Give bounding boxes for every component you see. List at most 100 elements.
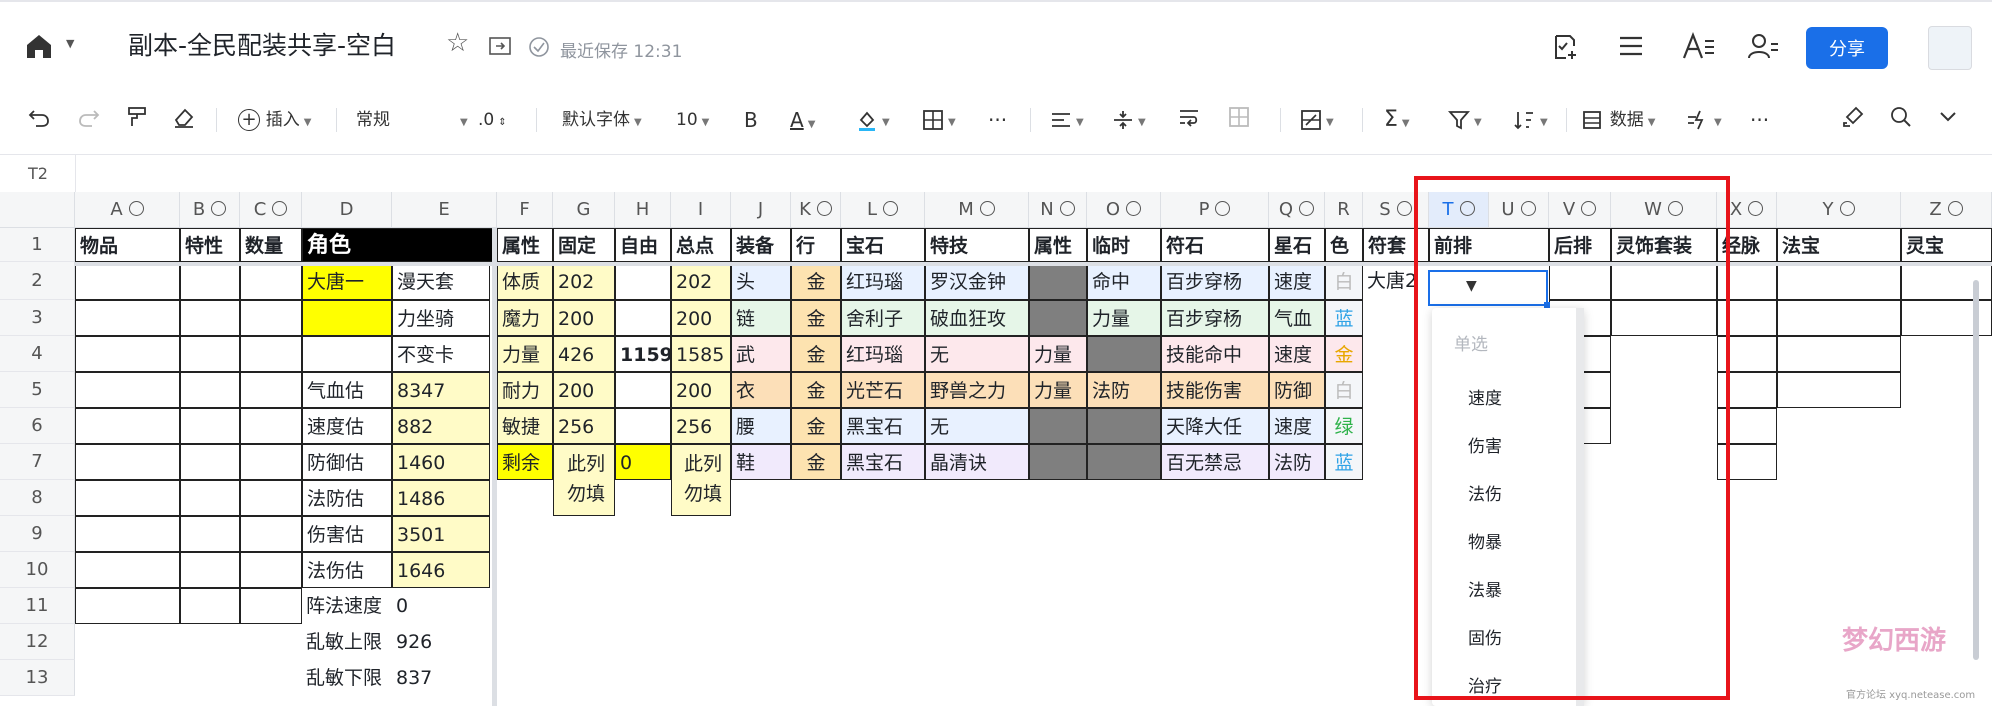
attribute-name-cell[interactable]: 魔力 <box>497 300 553 336</box>
equipment-cell[interactable]: 头 <box>731 262 791 300</box>
fixed-points-note[interactable]: 此列勿填 <box>553 444 615 516</box>
attribute-name-cell[interactable]: 敏捷 <box>497 408 553 444</box>
column-header-y[interactable]: Y <box>1777 192 1901 228</box>
star-stone-cell[interactable]: 防御 <box>1269 372 1325 408</box>
header-cell-b[interactable]: 特性 <box>180 228 240 262</box>
role-value-cell[interactable]: 926 <box>392 624 490 660</box>
sum-button[interactable]: Σ ▼ <box>1384 106 1410 138</box>
element-cell[interactable]: 金 <box>791 444 841 480</box>
empty-cell[interactable] <box>75 262 180 300</box>
header-cell-g[interactable]: 固定 <box>553 228 615 262</box>
move-to-folder-icon[interactable] <box>489 36 511 60</box>
header-cell-j[interactable]: 装备 <box>731 228 791 262</box>
special-skill-cell[interactable]: 晶清诀 <box>925 444 1029 480</box>
header-cell-l[interactable]: 宝石 <box>841 228 925 262</box>
empty-cell[interactable] <box>180 372 240 408</box>
share-button[interactable]: 分享 <box>1806 27 1888 69</box>
gem-cell[interactable]: 光芒石 <box>841 372 925 408</box>
rune-cell[interactable]: 百步穿杨 <box>1161 262 1269 300</box>
empty-cell[interactable] <box>240 300 302 336</box>
role-value-cell[interactable]: 882 <box>392 408 490 444</box>
empty-cell[interactable] <box>1777 372 1901 408</box>
role-label-cell[interactable] <box>302 336 392 372</box>
role-value-cell[interactable]: 不变卡 <box>392 336 490 372</box>
search-icon[interactable] <box>1890 106 1912 128</box>
color-cell[interactable]: 蓝 <box>1325 300 1363 336</box>
column-header-j[interactable]: J <box>731 192 791 228</box>
header-cell-role[interactable]: 角色 <box>302 228 497 262</box>
chevron-down-icon[interactable]: ▼ <box>66 37 74 50</box>
header-cell-n[interactable]: 属性 <box>1029 228 1087 262</box>
column-filter-icon[interactable] <box>1215 200 1231 216</box>
freeze-column-divider[interactable] <box>492 228 497 706</box>
gem-cell[interactable]: 黑宝石 <box>841 444 925 480</box>
free-points-cell[interactable] <box>615 300 671 336</box>
role-value-cell[interactable]: 1486 <box>392 480 490 516</box>
role-value-cell[interactable]: 837 <box>392 660 490 696</box>
column-header-z[interactable]: Z <box>1901 192 1992 228</box>
more-options-button[interactable]: ··· <box>988 106 1007 134</box>
empty-cell[interactable] <box>75 444 180 480</box>
column-header-f[interactable]: F <box>497 192 553 228</box>
empty-cell[interactable] <box>180 336 240 372</box>
element-cell[interactable]: 金 <box>791 408 841 444</box>
color-cell[interactable]: 蓝 <box>1325 444 1363 480</box>
row-header-2[interactable]: 2 <box>0 262 75 300</box>
empty-cell[interactable] <box>1777 262 1901 300</box>
equipment-cell[interactable]: 链 <box>731 300 791 336</box>
free-points-cell[interactable]: 1159 <box>615 336 671 372</box>
select-all-corner[interactable] <box>0 192 75 228</box>
filter-button[interactable]: ▼ <box>1448 106 1482 137</box>
wrap-text-button[interactable] <box>1178 106 1200 128</box>
header-cell-p[interactable]: 符石 <box>1161 228 1269 262</box>
role-label-cell[interactable]: 速度估 <box>302 408 392 444</box>
empty-cell[interactable] <box>240 516 302 552</box>
equipment-cell[interactable]: 腰 <box>731 408 791 444</box>
vertical-align-button[interactable]: ▼ <box>1112 106 1146 137</box>
header-cell-y[interactable]: 法宝 <box>1777 228 1901 262</box>
extra-attribute-cell[interactable]: 力量 <box>1029 372 1087 408</box>
empty-cell[interactable] <box>240 336 302 372</box>
row-header-11[interactable]: 11 <box>0 588 75 624</box>
empty-cell[interactable] <box>240 408 302 444</box>
free-points-cell[interactable] <box>615 262 671 300</box>
empty-cell[interactable] <box>240 552 302 588</box>
empty-cell[interactable] <box>1777 336 1901 372</box>
row-header-10[interactable]: 10 <box>0 552 75 588</box>
fixed-points-cell[interactable]: 202 <box>553 262 615 300</box>
empty-cell[interactable] <box>180 262 240 300</box>
column-filter-icon[interactable] <box>1059 200 1075 216</box>
column-header-a[interactable]: A <box>75 192 180 228</box>
vertical-scrollbar[interactable] <box>1973 280 1979 660</box>
column-filter-icon[interactable] <box>128 200 144 216</box>
color-cell[interactable]: 白 <box>1325 372 1363 408</box>
header-cell-r[interactable]: 色 <box>1325 228 1363 262</box>
row-header-3[interactable]: 3 <box>0 300 75 336</box>
attribute-name-cell[interactable]: 体质 <box>497 262 553 300</box>
extra-attribute-cell[interactable] <box>1029 262 1087 300</box>
color-cell[interactable]: 金 <box>1325 336 1363 372</box>
column-filter-icon[interactable] <box>211 200 227 216</box>
undo-icon[interactable] <box>28 106 50 128</box>
header-cell-m[interactable]: 特技 <box>925 228 1029 262</box>
empty-cell[interactable] <box>75 480 180 516</box>
empty-cell[interactable] <box>180 444 240 480</box>
column-header-k[interactable]: K <box>791 192 841 228</box>
extra-attribute-cell[interactable]: 力量 <box>1029 336 1087 372</box>
element-cell[interactable]: 金 <box>791 300 841 336</box>
gem-cell[interactable]: 舍利子 <box>841 300 925 336</box>
gem-cell[interactable]: 黑宝石 <box>841 408 925 444</box>
column-header-p[interactable]: P <box>1161 192 1269 228</box>
redo-icon[interactable] <box>78 106 100 128</box>
free-points-cell[interactable] <box>615 408 671 444</box>
text-style-icon[interactable] <box>1682 31 1716 64</box>
header-cell-i[interactable]: 总点 <box>671 228 731 262</box>
row-header-8[interactable]: 8 <box>0 480 75 516</box>
clear-format-icon[interactable] <box>172 106 196 128</box>
merge-cells-button[interactable] <box>1228 106 1250 128</box>
role-value-cell[interactable]: 1646 <box>392 552 490 588</box>
column-header-q[interactable]: Q <box>1269 192 1325 228</box>
temporary-cell[interactable] <box>1087 444 1161 480</box>
column-filter-icon[interactable] <box>1839 200 1855 216</box>
column-filter-icon[interactable] <box>1126 200 1142 216</box>
